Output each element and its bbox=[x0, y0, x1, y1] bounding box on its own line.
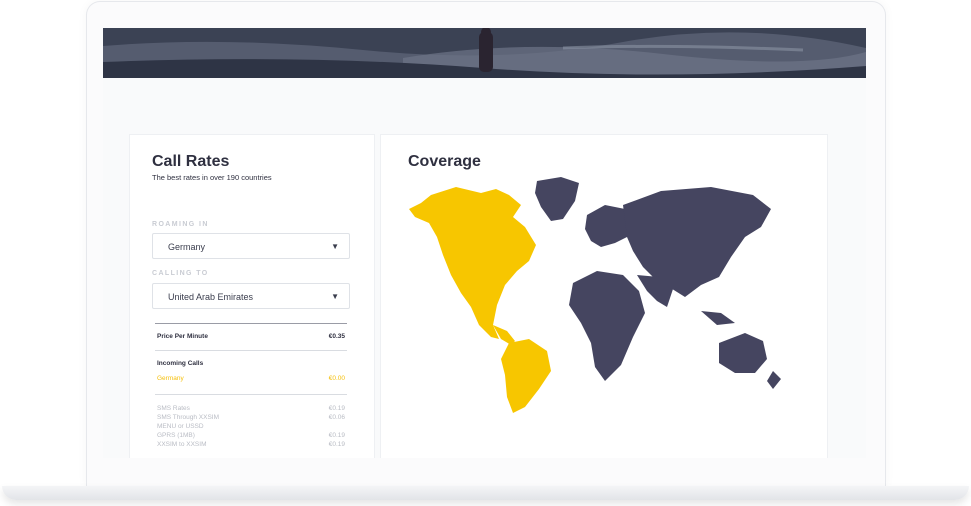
screen: Call Rates The best rates in over 190 co… bbox=[103, 28, 866, 458]
detail-row: GPRS (1MB) €0.19 bbox=[157, 432, 345, 439]
australia-region bbox=[719, 333, 767, 373]
call-rates-title: Call Rates bbox=[152, 153, 230, 170]
coverage-panel: Coverage bbox=[380, 134, 828, 458]
detail-label: SMS Rates bbox=[157, 405, 190, 412]
detail-row: MENU or USSD bbox=[157, 423, 345, 430]
divider bbox=[155, 323, 347, 324]
chevron-down-icon: ▼ bbox=[331, 242, 339, 251]
south-america-region bbox=[501, 339, 551, 413]
africa-region bbox=[569, 271, 645, 381]
detail-row: SMS Through XXSIM €0.06 bbox=[157, 414, 345, 421]
detail-label: SMS Through XXSIM bbox=[157, 414, 220, 421]
calling-to-select[interactable]: United Arab Emirates ▼ bbox=[152, 283, 350, 309]
divider bbox=[155, 350, 347, 351]
calling-to-label: CALLING TO bbox=[152, 270, 209, 277]
incoming-calls-row: Germany €0.00 bbox=[157, 375, 345, 382]
roaming-in-select[interactable]: Germany ▼ bbox=[152, 233, 350, 259]
detail-value: €0.06 bbox=[328, 414, 345, 421]
incoming-country: Germany bbox=[157, 375, 184, 382]
price-per-minute-row: Price Per Minute €0.35 bbox=[157, 333, 345, 340]
hero-banner-image bbox=[103, 28, 866, 78]
incoming-calls-heading: Incoming Calls bbox=[157, 360, 204, 367]
north-america-region bbox=[409, 187, 536, 339]
detail-label: GPRS (1MB) bbox=[157, 432, 195, 439]
detail-label: MENU or USSD bbox=[157, 423, 204, 430]
detail-label: XXSIM to XXSIM bbox=[157, 441, 207, 448]
roaming-in-value: Germany bbox=[168, 242, 206, 252]
world-coverage-map bbox=[409, 177, 781, 413]
call-rates-panel: Call Rates The best rates in over 190 co… bbox=[129, 134, 375, 458]
detail-value: €0.19 bbox=[328, 405, 345, 412]
detail-row: XXSIM to XXSIM €0.19 bbox=[157, 441, 345, 448]
calling-to-value: United Arab Emirates bbox=[168, 292, 254, 302]
incoming-value: €0.00 bbox=[328, 375, 345, 382]
detail-row: SMS Rates €0.19 bbox=[157, 405, 345, 412]
divider bbox=[155, 394, 347, 395]
chevron-down-icon: ▼ bbox=[331, 292, 339, 301]
coverage-title: Coverage bbox=[408, 153, 481, 170]
call-rates-subtitle: The best rates in over 190 countries bbox=[152, 173, 272, 182]
roaming-in-label: ROAMING IN bbox=[152, 221, 209, 228]
detail-value: €0.19 bbox=[328, 432, 345, 439]
price-per-minute-label: Price Per Minute bbox=[157, 333, 208, 340]
laptop-base bbox=[2, 486, 969, 500]
greenland-region bbox=[535, 177, 579, 221]
price-per-minute-value: €0.35 bbox=[328, 333, 345, 340]
detail-value: €0.19 bbox=[328, 441, 345, 448]
